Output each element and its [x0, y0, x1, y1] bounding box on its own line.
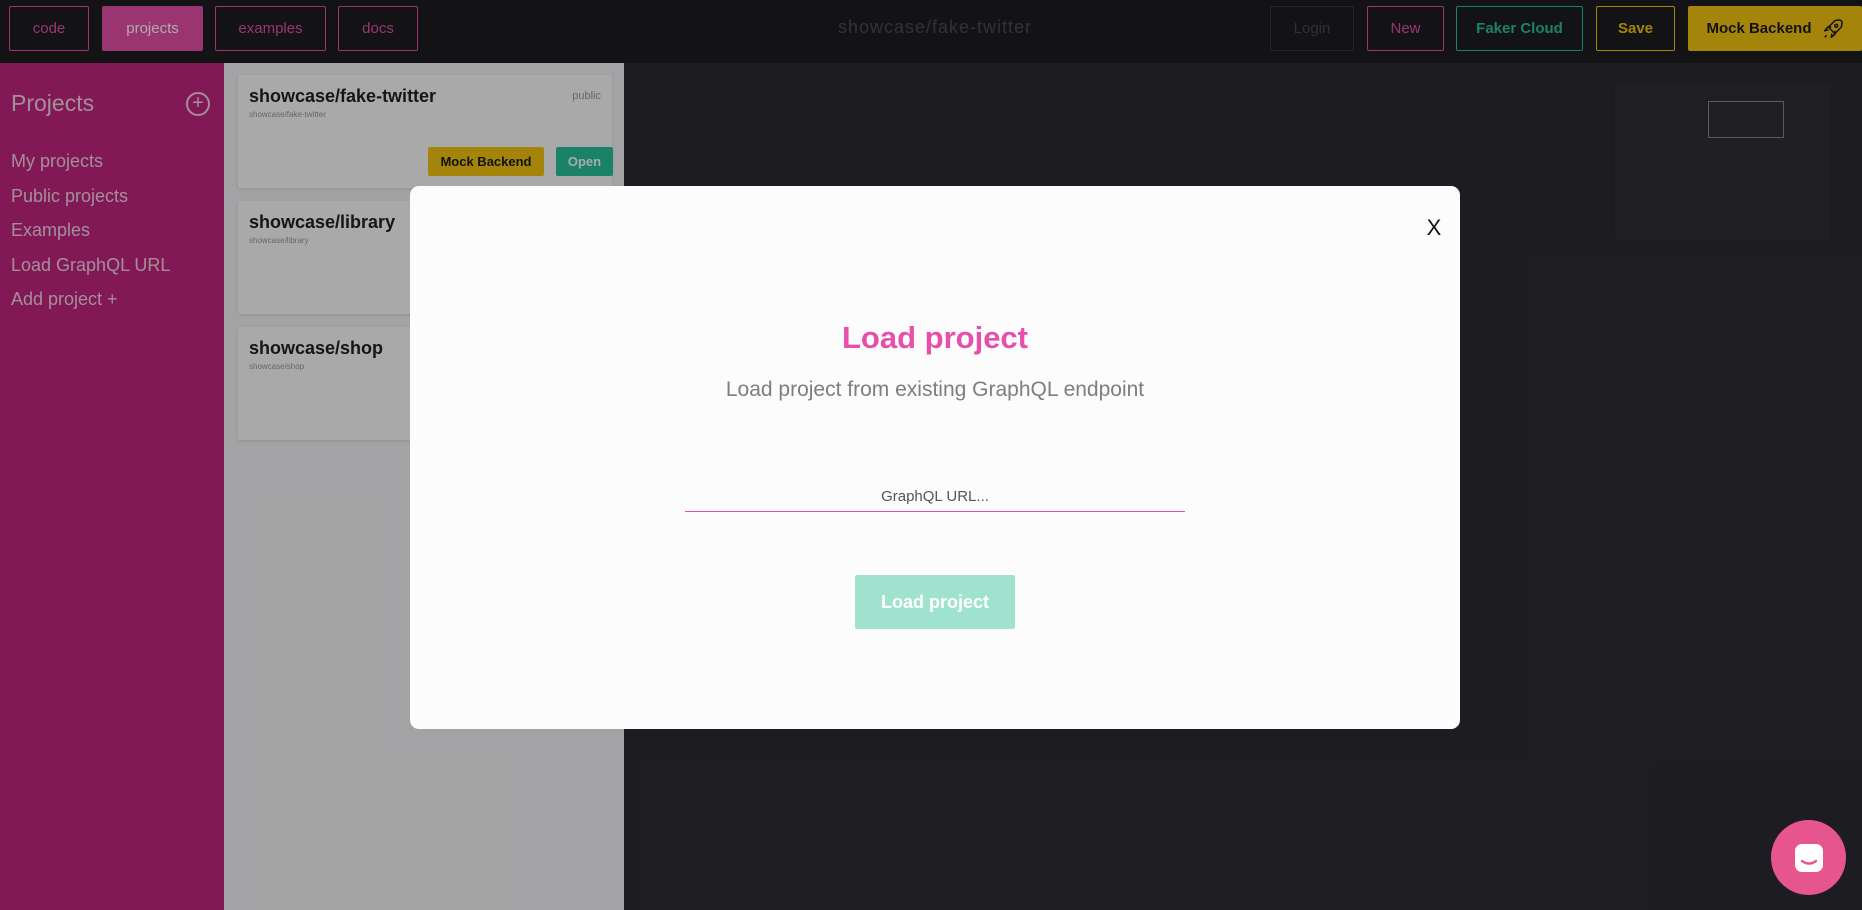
modal-title: Load project — [841, 320, 1028, 355]
graphql-url-input[interactable] — [685, 482, 1185, 512]
chat-icon[interactable] — [1771, 820, 1846, 895]
modal-subtitle: Load project from existing GraphQL endpo… — [725, 378, 1145, 401]
close-icon[interactable]: X — [1420, 214, 1448, 242]
load-project-modal: X Load project Load project from existin… — [410, 186, 1460, 729]
load-project-button[interactable]: Load project — [855, 575, 1015, 629]
